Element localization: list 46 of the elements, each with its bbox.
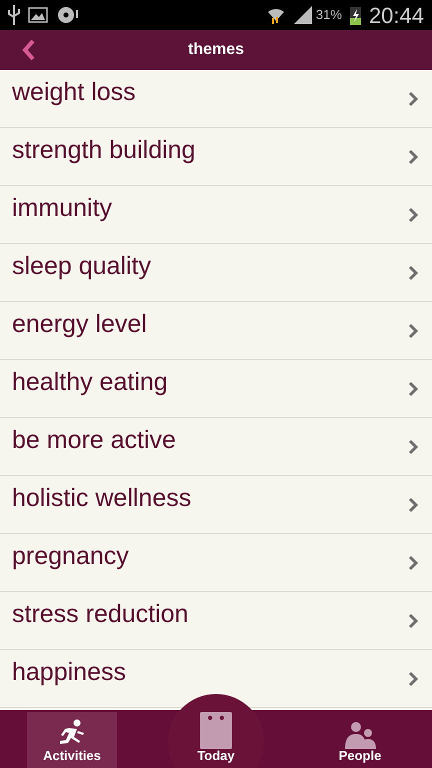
theme-label: weight loss	[12, 76, 137, 108]
chevron-right-icon	[408, 264, 418, 280]
theme-row[interactable]: immunity	[0, 186, 432, 244]
chevron-right-icon	[408, 148, 418, 164]
theme-label: pregnancy	[12, 540, 130, 572]
back-chevron-icon	[22, 39, 36, 61]
screen-title: themes	[188, 40, 244, 60]
theme-row[interactable]: holistic wellness	[0, 476, 432, 534]
theme-row[interactable]: weight loss	[0, 70, 432, 128]
theme-label: immunity	[12, 192, 114, 224]
theme-label: happiness	[12, 656, 127, 688]
chevron-right-icon	[408, 554, 418, 570]
nav-tab[interactable]: People	[315, 712, 405, 768]
battery-icon	[350, 5, 361, 25]
theme-label: sleep quality	[12, 250, 152, 282]
nav-tab[interactable]: Activities	[27, 712, 117, 768]
chevron-right-icon	[408, 322, 418, 338]
theme-row[interactable]: stress reduction	[0, 592, 432, 650]
theme-label: holistic wellness	[12, 482, 192, 514]
battery-percentage: 31%	[316, 6, 342, 24]
calendar-icon	[197, 712, 235, 749]
chevron-right-icon	[408, 438, 418, 454]
theme-row[interactable]: sleep quality	[0, 244, 432, 302]
theme-row[interactable]: be more active	[0, 418, 432, 476]
chevron-right-icon	[408, 380, 418, 396]
clock-time: 20:44	[368, 2, 424, 30]
nav-tab[interactable]: Today	[171, 712, 261, 768]
chevron-right-icon	[408, 612, 418, 628]
theme-label: strength building	[12, 134, 196, 166]
theme-row[interactable]: pregnancy	[0, 534, 432, 592]
theme-label: healthy eating	[12, 366, 169, 398]
people-icon	[344, 721, 376, 749]
theme-label: be more active	[12, 424, 177, 456]
image-icon	[28, 7, 48, 23]
chevron-right-icon	[408, 206, 418, 222]
theme-row[interactable]: strength building	[0, 128, 432, 186]
theme-row[interactable]: healthy eating	[0, 360, 432, 418]
chevron-right-icon	[408, 90, 418, 106]
chevron-right-icon	[408, 496, 418, 512]
usb-icon	[8, 5, 20, 25]
signal-icon	[294, 6, 312, 24]
theme-label: stress reduction	[12, 598, 190, 630]
disc-icon	[56, 5, 80, 25]
theme-row[interactable]: energy level	[0, 302, 432, 360]
theme-label: energy level	[12, 308, 148, 340]
chevron-right-icon	[408, 670, 418, 686]
